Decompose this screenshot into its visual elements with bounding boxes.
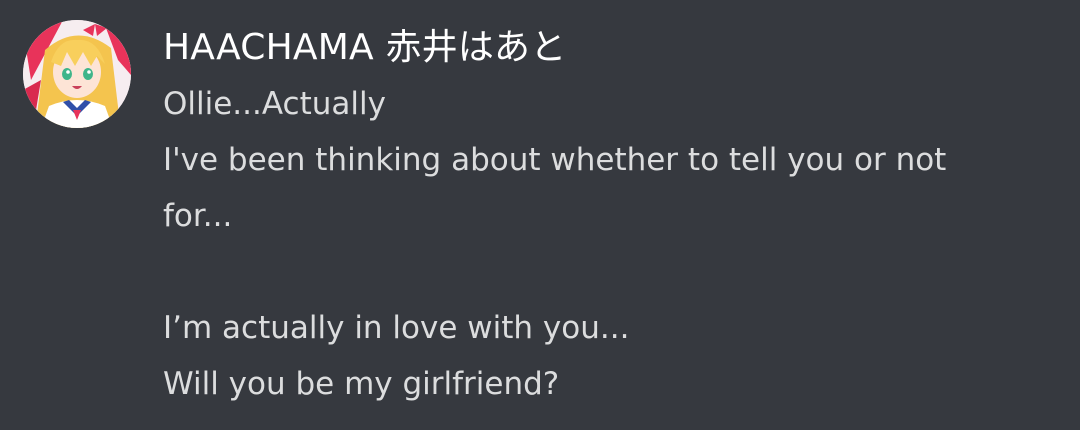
username[interactable]: HAACHAMA 赤井はあと [163, 22, 1063, 76]
message-line: Ollie...Actually [163, 86, 386, 122]
message-content: HAACHAMA 赤井はあと Ollie...Actually I've bee… [163, 22, 1063, 412]
chat-message: HAACHAMA 赤井はあと Ollie...Actually I've bee… [0, 0, 1080, 430]
message-line: for... [163, 198, 233, 234]
user-avatar-icon[interactable] [23, 20, 131, 128]
message-line: I've been thinking about whether to tell… [163, 142, 947, 178]
message-line: Will you be my girlfriend? [163, 366, 560, 402]
message-line: I’m actually in love with you... [163, 310, 630, 346]
